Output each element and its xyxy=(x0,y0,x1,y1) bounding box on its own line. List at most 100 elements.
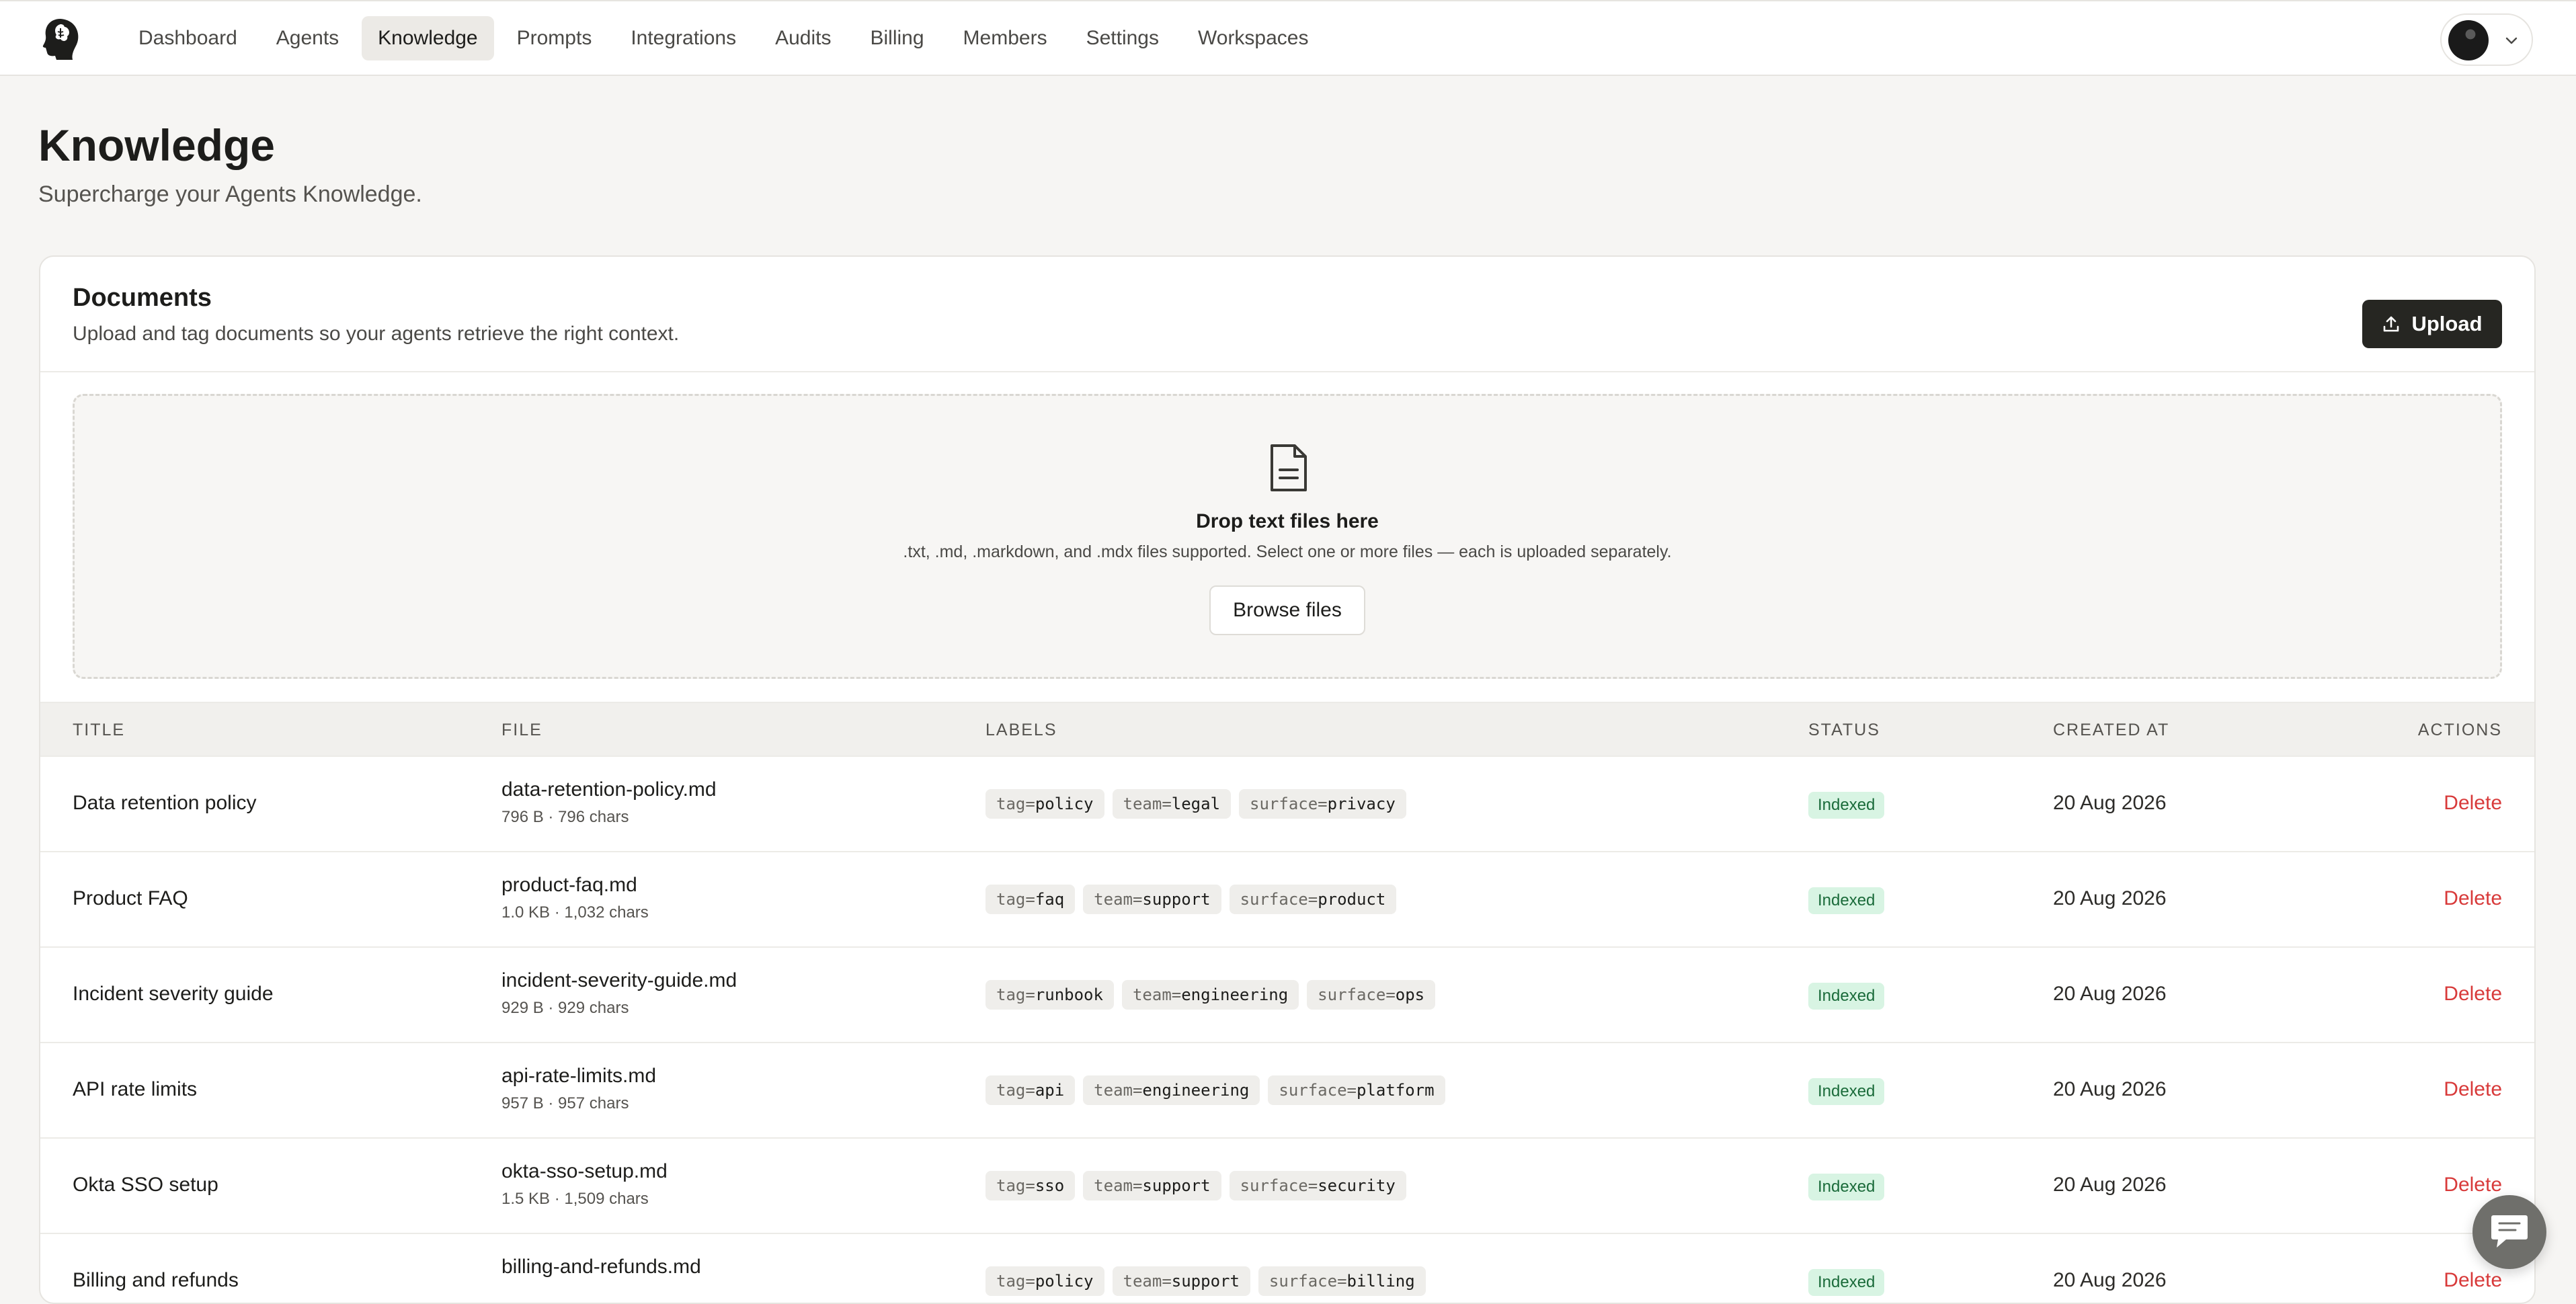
label-chip: team=support xyxy=(1112,1266,1250,1296)
table-row[interactable]: Product FAQ product-faq.md 1.0 KB · 1,032 … xyxy=(40,852,2534,948)
main-nav: Dashboard Agents Knowledge Prompts Integ… xyxy=(122,16,1325,60)
dropzone-title: Drop text files here xyxy=(1196,510,1379,532)
nav-members[interactable]: Members xyxy=(947,16,1063,60)
label-key: tag xyxy=(996,1081,1026,1100)
nav-billing[interactable]: Billing xyxy=(854,16,940,60)
table-row[interactable]: API rate limits api-rate-limits.md 957 B ·… xyxy=(40,1043,2534,1139)
labels-list: tag=runbook team=engineering surface=ops xyxy=(985,980,1436,1010)
nav-settings[interactable]: Settings xyxy=(1070,16,1175,60)
page-subtitle: Supercharge your Agents Knowledge. xyxy=(38,181,422,207)
table-row[interactable]: Okta SSO setup okta-sso-setup.md 1.5 KB · … xyxy=(40,1139,2534,1234)
label-chip: team=support xyxy=(1083,1171,1221,1200)
label-value: product xyxy=(1318,890,1386,909)
label-key: team xyxy=(1094,1081,1133,1100)
delete-button[interactable]: Delete xyxy=(2444,1269,2502,1292)
document-title: Data retention policy xyxy=(73,792,257,814)
table-row[interactable]: Incident severity guide incident-severity… xyxy=(40,948,2534,1043)
delete-button[interactable]: Delete xyxy=(2444,1078,2502,1101)
label-chip: tag=sso xyxy=(985,1171,1076,1200)
delete-button[interactable]: Delete xyxy=(2444,1174,2502,1196)
created-at: 20 Aug 2026 xyxy=(2053,983,2167,1005)
label-separator: = xyxy=(1025,1176,1035,1195)
label-value: api xyxy=(1035,1081,1065,1100)
label-separator: = xyxy=(1132,1081,1143,1100)
document-title: Billing and refunds xyxy=(73,1269,239,1291)
card-divider xyxy=(40,371,2534,372)
file-dropzone[interactable]: Drop text files here .txt, .md, .markdow… xyxy=(73,394,2502,679)
label-value: support xyxy=(1171,1272,1240,1291)
document-title: Incident severity guide xyxy=(73,983,274,1005)
documents-subtitle: Upload and tag documents so your agents … xyxy=(73,323,680,345)
label-key: tag xyxy=(996,890,1026,909)
label-separator: = xyxy=(1307,890,1318,909)
label-chip: surface=security xyxy=(1229,1171,1406,1200)
label-separator: = xyxy=(1318,794,1328,813)
label-key: surface xyxy=(1318,985,1386,1004)
nav-integrations[interactable]: Integrations xyxy=(614,16,752,60)
column-title: TITLE xyxy=(73,721,126,739)
nav-prompts[interactable]: Prompts xyxy=(501,16,608,60)
label-chip: surface=ops xyxy=(1307,980,1436,1010)
status-badge: Indexed xyxy=(1808,983,1885,1010)
column-status: STATUS xyxy=(1808,721,1880,739)
label-chip: surface=privacy xyxy=(1239,789,1406,819)
label-value: ops xyxy=(1395,985,1425,1004)
document-icon xyxy=(1271,444,1307,491)
label-key: surface xyxy=(1240,890,1308,909)
browse-files-button[interactable]: Browse files xyxy=(1209,585,1365,635)
table-row[interactable]: Billing and refunds billing-and-refunds.m… xyxy=(40,1234,2534,1303)
label-chip: team=engineering xyxy=(1121,980,1299,1010)
top-navigation-bar: Dashboard Agents Knowledge Prompts Integ… xyxy=(0,0,2576,76)
label-value: privacy xyxy=(1327,794,1396,813)
label-value: policy xyxy=(1035,1272,1094,1291)
nav-agents[interactable]: Agents xyxy=(260,16,355,60)
created-at: 20 Aug 2026 xyxy=(2053,1174,2167,1196)
label-chip: team=legal xyxy=(1112,789,1232,819)
label-value: policy xyxy=(1035,794,1094,813)
upload-icon xyxy=(2384,316,2399,332)
labels-list: tag=sso team=support surface=security xyxy=(985,1171,1406,1200)
label-key: tag xyxy=(996,1176,1026,1195)
created-at: 20 Aug 2026 xyxy=(2053,887,2167,909)
document-title: API rate limits xyxy=(73,1078,198,1100)
chat-launcher-button[interactable] xyxy=(2472,1195,2546,1269)
label-separator: = xyxy=(1132,1176,1143,1195)
account-menu-button[interactable] xyxy=(2440,13,2533,66)
label-key: surface xyxy=(1240,1176,1308,1195)
documents-card: Documents Upload and tag documents so yo… xyxy=(39,255,2536,1304)
label-chip: team=engineering xyxy=(1083,1075,1260,1105)
label-separator: = xyxy=(1162,794,1172,813)
file-name: api-rate-limits.md xyxy=(501,1065,657,1087)
documents-table-body: Data retention policy data-retention-poli… xyxy=(40,757,2534,1303)
label-chip: surface=platform xyxy=(1268,1075,1445,1105)
nav-knowledge[interactable]: Knowledge xyxy=(362,16,494,60)
label-key: tag xyxy=(996,985,1026,1004)
label-value: security xyxy=(1318,1176,1396,1195)
label-key: team xyxy=(1123,1272,1162,1291)
label-chip: surface=billing xyxy=(1258,1266,1426,1296)
status-badge: Indexed xyxy=(1808,1078,1885,1105)
label-separator: = xyxy=(1162,1272,1172,1291)
delete-button[interactable]: Delete xyxy=(2444,792,2502,815)
label-key: surface xyxy=(1279,1081,1347,1100)
status-badge: Indexed xyxy=(1808,1174,1885,1200)
nav-dashboard[interactable]: Dashboard xyxy=(122,16,253,60)
table-row[interactable]: Data retention policy data-retention-poli… xyxy=(40,757,2534,852)
label-separator: = xyxy=(1025,794,1035,813)
label-key: team xyxy=(1123,794,1162,813)
label-key: tag xyxy=(996,794,1026,813)
file-meta: 1.0 KB · 1,032 chars xyxy=(501,903,649,922)
labels-list: tag=faq team=support surface=product xyxy=(985,885,1397,914)
nav-audits[interactable]: Audits xyxy=(759,16,847,60)
label-value: legal xyxy=(1171,794,1221,813)
delete-button[interactable]: Delete xyxy=(2444,887,2502,910)
upload-button[interactable]: Upload xyxy=(2362,300,2502,348)
label-separator: = xyxy=(1132,890,1143,909)
nav-workspaces[interactable]: Workspaces xyxy=(1182,16,1325,60)
delete-button[interactable]: Delete xyxy=(2444,983,2502,1006)
document-title: Product FAQ xyxy=(73,887,188,909)
head-silhouette-icon[interactable] xyxy=(40,17,82,60)
label-chip: tag=faq xyxy=(985,885,1076,914)
label-separator: = xyxy=(1025,985,1035,1004)
table-header: TITLE FILE LABELS STATUS CREATED AT ACTI… xyxy=(40,702,2534,757)
